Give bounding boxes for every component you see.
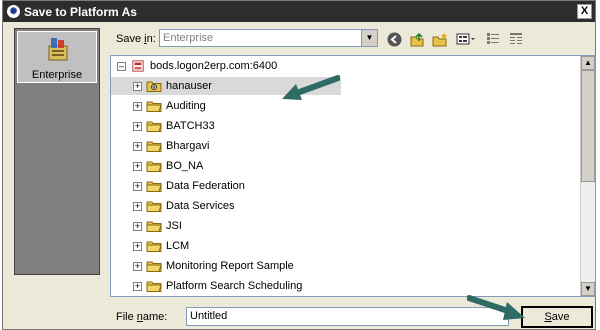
file-name-value: Untitled <box>190 310 228 322</box>
expand-icon[interactable]: + <box>133 221 142 231</box>
places-item-enterprise[interactable]: Enterprise <box>17 31 97 83</box>
tree-item[interactable]: + Auditing <box>133 97 206 115</box>
tree-item-label: LCM <box>166 240 190 252</box>
tree-item-label: Monitoring Report Sample <box>166 260 294 272</box>
file-name-label: File name: <box>116 311 167 323</box>
tree-item-label: Data Services <box>166 200 235 212</box>
expand-icon[interactable]: + <box>133 201 142 211</box>
folder-icon <box>146 101 162 112</box>
up-folder-icon[interactable] <box>408 30 426 48</box>
tree-item-label: hanauser <box>166 80 212 92</box>
save-in-label: Save in: <box>116 33 156 45</box>
save-button[interactable]: Save <box>521 306 593 328</box>
file-name-label-suffix: ame: <box>142 311 168 323</box>
expand-icon[interactable]: + <box>133 141 142 151</box>
save-in-label-prefix: Save <box>116 33 145 45</box>
folder-icon <box>146 221 162 232</box>
expand-icon[interactable]: + <box>133 161 142 171</box>
tree-item-label: Data Federation <box>166 180 245 192</box>
tree-item[interactable]: + Bhargavi <box>133 137 209 155</box>
folder-icon <box>146 201 162 212</box>
file-name-input[interactable]: Untitled <box>186 307 509 326</box>
save-button-accel: S <box>544 311 552 323</box>
scroll-thumb[interactable] <box>581 70 595 182</box>
tree-item-label: Platform Search Scheduling <box>166 280 303 292</box>
save-in-dropdown[interactable]: Enterprise ▼ <box>159 29 378 47</box>
view-menu-icon[interactable] <box>455 30 477 48</box>
tree-item[interactable]: + BATCH33 <box>133 117 215 135</box>
tree-item-label: Bhargavi <box>166 140 210 152</box>
tree-root[interactable]: – bods.logon2erp.com:6400 <box>117 57 277 75</box>
tree-item-label: Auditing <box>166 100 206 112</box>
tree-item[interactable]: + Platform Search Scheduling <box>133 277 302 295</box>
app-icon: ✺ <box>7 5 20 18</box>
annotation-arrow-icon <box>467 295 525 320</box>
tree-item[interactable]: + LCM <box>133 237 189 255</box>
user-folder-icon <box>146 81 162 92</box>
save-dialog: ✺ Save to Platform As X Enterprise Save … <box>2 0 596 330</box>
title-bar: ✺ Save to Platform As X <box>3 1 595 22</box>
folder-icon <box>146 281 162 292</box>
expand-icon[interactable]: + <box>133 281 142 291</box>
save-in-value: Enterprise <box>163 32 214 44</box>
save-in-label-suffix: n: <box>146 33 156 45</box>
tree-item-label: BO_NA <box>166 160 204 172</box>
tree-item[interactable]: + JSI <box>133 217 182 235</box>
annotation-arrow-icon <box>282 75 340 100</box>
places-item-label: Enterprise <box>31 69 83 81</box>
scroll-up-icon[interactable]: ▲ <box>581 56 595 70</box>
file-name-label-prefix: File <box>116 311 137 323</box>
collapse-icon[interactable]: – <box>117 61 126 71</box>
close-button[interactable]: X <box>577 4 592 19</box>
new-folder-icon[interactable] <box>431 30 449 48</box>
tree-item[interactable]: + BO_NA <box>133 157 203 175</box>
vertical-scrollbar[interactable]: ▲ ▼ <box>580 56 595 296</box>
tree-root-label: bods.logon2erp.com:6400 <box>150 60 278 72</box>
back-icon[interactable] <box>385 30 403 48</box>
expand-icon[interactable]: + <box>133 101 142 111</box>
expand-icon[interactable]: + <box>133 81 142 91</box>
expand-icon[interactable]: + <box>133 121 142 131</box>
list-view-icon[interactable] <box>484 30 502 48</box>
expand-icon[interactable]: + <box>133 241 142 251</box>
tree-item[interactable]: + Monitoring Report Sample <box>133 257 294 275</box>
folder-icon <box>146 261 162 272</box>
folder-icon <box>146 141 162 152</box>
server-icon <box>132 60 144 72</box>
folder-icon <box>146 121 162 132</box>
tree-item-label: BATCH33 <box>166 120 215 132</box>
tree-item-label: JSI <box>166 220 182 232</box>
folder-icon <box>146 161 162 172</box>
expand-icon[interactable]: + <box>133 181 142 191</box>
enterprise-icon <box>48 38 68 61</box>
folder-tree[interactable]: – bods.logon2erp.com:6400 + hanauser + Au… <box>110 55 596 297</box>
folder-icon <box>146 241 162 252</box>
expand-icon[interactable]: + <box>133 261 142 271</box>
tree-item[interactable]: + Data Federation <box>133 177 245 195</box>
scroll-down-icon[interactable]: ▼ <box>581 282 595 296</box>
places-bar: Enterprise <box>14 28 100 275</box>
window-title: Save to Platform As <box>24 4 137 19</box>
folder-icon <box>146 181 162 192</box>
details-view-icon[interactable] <box>507 30 525 48</box>
chevron-down-icon[interactable]: ▼ <box>361 30 377 46</box>
tree-item[interactable]: + Data Services <box>133 197 234 215</box>
save-button-label: ave <box>551 311 570 323</box>
